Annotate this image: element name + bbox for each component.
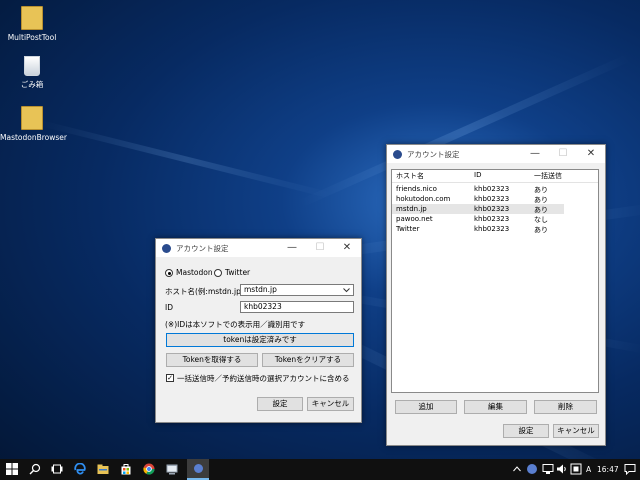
cancel-button[interactable]: キャンセル bbox=[553, 424, 599, 438]
bulk-send-checkbox[interactable]: ✓ bbox=[166, 374, 174, 382]
list-item[interactable]: Twitter khb02323 あり bbox=[392, 224, 564, 234]
list-item[interactable]: mstdn.jp khb02323 あり bbox=[392, 204, 564, 214]
folder-icon bbox=[21, 6, 43, 30]
id-label: ID bbox=[165, 303, 173, 312]
language-icon[interactable] bbox=[570, 463, 582, 475]
list-item[interactable]: pawoo.net khb02323 なし bbox=[392, 214, 564, 224]
host-label: ホスト名(例:mstdn.jp) bbox=[165, 287, 244, 296]
folder-icon bbox=[21, 106, 43, 130]
maximize-button[interactable]: ☐ bbox=[306, 239, 334, 257]
column-host[interactable]: ホスト名 bbox=[396, 171, 424, 181]
row-id: khb02323 bbox=[474, 205, 510, 213]
mastodon-radio-label: Mastodon bbox=[176, 268, 213, 277]
app-icon bbox=[193, 464, 203, 473]
row-host: hokutodon.com bbox=[396, 195, 451, 203]
edit-button[interactable]: 編集 bbox=[464, 400, 527, 414]
id-field[interactable]: khb02323 bbox=[240, 301, 354, 313]
store-icon[interactable] bbox=[120, 463, 132, 475]
maximize-button[interactable]: ☐ bbox=[549, 145, 577, 163]
list-item[interactable]: hokutodon.com khb02323 あり bbox=[392, 194, 564, 204]
row-id: khb02323 bbox=[474, 225, 510, 233]
account-list-dialog: アカウント設定 — ☐ ✕ ホスト名 ID 一括送信 friends.nico … bbox=[386, 144, 606, 446]
row-bulk: あり bbox=[534, 226, 548, 234]
desktop-icon-mastodonbrowser[interactable]: MastodonBrowser bbox=[0, 106, 67, 142]
close-button[interactable]: ✕ bbox=[333, 239, 361, 257]
column-id[interactable]: ID bbox=[474, 171, 481, 179]
ok-button[interactable]: 設定 bbox=[503, 424, 549, 438]
twitter-radio-label: Twitter bbox=[225, 268, 251, 277]
mastodon-radio[interactable] bbox=[165, 269, 173, 277]
add-button[interactable]: 追加 bbox=[395, 400, 457, 414]
account-list[interactable]: ホスト名 ID 一括送信 friends.nico khb02323 あり ho… bbox=[391, 169, 599, 393]
desktop-icon-label: ごみ箱 bbox=[20, 80, 44, 89]
get-token-button[interactable]: Tokenを取得する bbox=[166, 353, 258, 367]
clock[interactable]: 16:47 bbox=[597, 465, 619, 474]
id-note: (※)IDは本ソフトでの表示用／識別用です bbox=[165, 320, 306, 329]
twitter-radio[interactable] bbox=[214, 269, 222, 277]
taskbar-app-active[interactable] bbox=[187, 459, 209, 480]
app-icon bbox=[162, 243, 171, 253]
app-window-icon[interactable] bbox=[166, 463, 178, 475]
taskbar: A 16:47 bbox=[0, 459, 640, 480]
row-host: friends.nico bbox=[396, 185, 437, 193]
windows-start-icon[interactable] bbox=[6, 463, 18, 475]
app-icon bbox=[393, 149, 402, 159]
ime-indicator[interactable]: A bbox=[586, 465, 591, 474]
tray-app-icon[interactable] bbox=[527, 464, 537, 474]
row-id: khb02323 bbox=[474, 185, 510, 193]
row-id: khb02323 bbox=[474, 195, 510, 203]
cancel-button[interactable]: キャンセル bbox=[307, 397, 354, 411]
window-title: アカウント設定 bbox=[407, 149, 460, 159]
list-header: ホスト名 ID 一括送信 bbox=[392, 170, 598, 183]
ok-button[interactable]: 設定 bbox=[257, 397, 303, 411]
column-bulk-send[interactable]: 一括送信 bbox=[534, 171, 562, 181]
chevron-up-icon[interactable] bbox=[513, 463, 521, 475]
edge-browser-icon[interactable] bbox=[74, 463, 86, 475]
title-bar[interactable]: アカウント設定 — ☐ ✕ bbox=[387, 145, 605, 163]
row-host: mstdn.jp bbox=[396, 205, 427, 213]
row-host: pawoo.net bbox=[396, 215, 433, 223]
desktop-icon-label: MastodonBrowser bbox=[0, 133, 67, 142]
window-title: アカウント設定 bbox=[176, 243, 229, 253]
recycle-bin-icon bbox=[24, 56, 40, 76]
file-explorer-icon[interactable] bbox=[97, 463, 109, 475]
minimize-button[interactable]: — bbox=[278, 239, 306, 257]
task-view-icon[interactable] bbox=[51, 463, 63, 475]
account-edit-dialog: アカウント設定 — ☐ ✕ Mastodon Twitter ホスト名(例:ms… bbox=[155, 238, 362, 423]
list-item[interactable]: friends.nico khb02323 あり bbox=[392, 184, 564, 194]
volume-icon[interactable] bbox=[556, 463, 568, 475]
desktop-icon-recycle-bin[interactable]: ごみ箱 bbox=[0, 56, 64, 90]
chrome-icon[interactable] bbox=[143, 463, 155, 475]
title-bar[interactable]: アカウント設定 — ☐ ✕ bbox=[156, 239, 361, 257]
row-id: khb02323 bbox=[474, 215, 510, 223]
clear-token-button[interactable]: Tokenをクリアする bbox=[262, 353, 354, 367]
desktop-icon-label: MultiPostTool bbox=[7, 33, 57, 42]
delete-button[interactable]: 削除 bbox=[534, 400, 597, 414]
close-button[interactable]: ✕ bbox=[577, 145, 605, 163]
network-icon[interactable] bbox=[542, 463, 554, 475]
chevron-down-icon bbox=[343, 288, 350, 293]
minimize-button[interactable]: — bbox=[521, 145, 549, 163]
bulk-send-checkbox-label: 一括送信時／予約送信時の選択アカウントに含める bbox=[177, 374, 350, 383]
desktop-icon-multiposttool[interactable]: MultiPostTool bbox=[0, 6, 64, 42]
notification-icon[interactable] bbox=[624, 463, 636, 475]
host-select[interactable]: mstdn.jp bbox=[240, 284, 354, 296]
row-host: Twitter bbox=[396, 225, 420, 233]
search-icon[interactable] bbox=[29, 463, 41, 475]
host-select-value: mstdn.jp bbox=[244, 285, 277, 294]
token-status-button[interactable]: tokenは設定済みです bbox=[166, 333, 354, 347]
